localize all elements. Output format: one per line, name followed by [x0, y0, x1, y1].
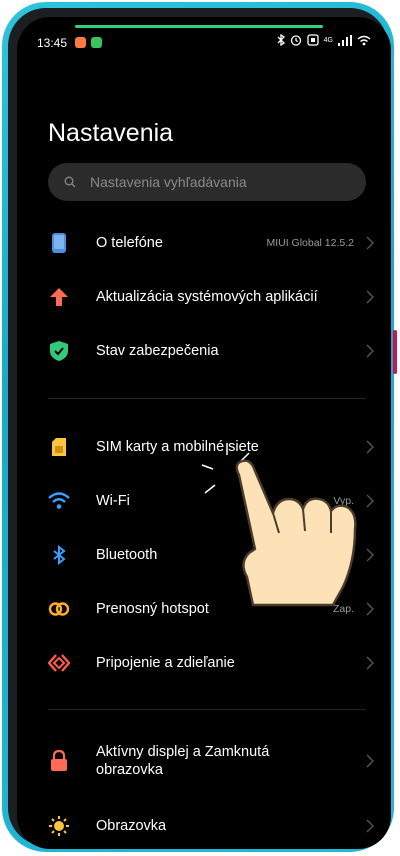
item-label: Bluetooth [96, 547, 158, 563]
wifi-icon [48, 490, 70, 512]
shield-check-icon [48, 340, 70, 362]
item-label: Aktualizácia systémových aplikácií [96, 289, 318, 305]
chevron-right-icon [366, 754, 374, 768]
brightness-icon [48, 815, 70, 837]
tap-hand-pointer-icon [201, 443, 357, 607]
connection-sharing-icon [48, 652, 70, 674]
screen: 13:45 4G Nastavenia Nastavenia vyhľadáva… [17, 17, 391, 849]
chevron-right-icon [366, 440, 374, 454]
wifi-status-icon [357, 35, 371, 45]
chevron-right-icon [366, 602, 374, 616]
signal-icon [338, 34, 352, 46]
sim-card-icon [48, 436, 70, 458]
hotspot-icon [48, 598, 70, 620]
status-time: 13:45 [37, 36, 68, 50]
bluetooth-icon [48, 544, 70, 566]
chevron-right-icon [366, 656, 374, 670]
status-icons: 4G [277, 34, 371, 46]
search-placeholder: Nastavenia vyhľadávania [90, 174, 247, 190]
item-label: Obrazovka [96, 818, 167, 834]
phone-icon [48, 232, 70, 254]
item-label: Stav zabezpečenia [96, 343, 219, 359]
network-type-label: 4G [323, 36, 333, 44]
settings-item-system-apps-update[interactable]: Aktualizácia systémových aplikácií [48, 279, 374, 315]
bluetooth-status-icon [277, 34, 285, 46]
item-label: Pripojenie a zdieľanie [96, 655, 235, 671]
chevron-right-icon [366, 548, 374, 562]
item-value: MIUI Global 12.5.2 [266, 237, 354, 249]
section-divider [48, 398, 366, 399]
notification-app-icon [75, 37, 86, 48]
phone-bezel: 13:45 4G Nastavenia Nastavenia vyhľadáva… [8, 8, 391, 849]
settings-item-about-phone[interactable]: O telefóne MIUI Global 12.5.2 [48, 225, 374, 261]
chevron-right-icon [366, 344, 374, 358]
settings-item-connection-sharing[interactable]: Pripojenie a zdieľanie [48, 645, 374, 681]
nfc-icon [307, 34, 319, 46]
item-label: O telefóne [96, 235, 163, 251]
chevron-right-icon [366, 290, 374, 304]
volume-button [393, 330, 397, 374]
section-divider [48, 709, 366, 710]
item-label: Prenosný hotspot [96, 601, 209, 617]
alarm-icon [290, 35, 301, 46]
search-bar[interactable]: Nastavenia vyhľadávania [48, 163, 366, 201]
settings-item-security-status[interactable]: Stav zabezpečenia [48, 333, 374, 369]
status-bar: 13:45 4G [17, 17, 391, 53]
lock-icon [48, 750, 70, 772]
chevron-right-icon [366, 236, 374, 250]
chevron-right-icon [366, 494, 374, 508]
settings-item-lock-screen[interactable]: Aktívny displej a Zamknutá obrazovka [48, 739, 374, 783]
phone-frame: 13:45 4G Nastavenia Nastavenia vyhľadáva… [2, 2, 394, 852]
notification-chat-icon [91, 37, 102, 48]
settings-item-display[interactable]: Obrazovka [48, 808, 374, 844]
progress-indicator [75, 25, 323, 28]
item-label: Aktívny displej a Zamknutá obrazovka [96, 744, 270, 778]
page-title: Nastavenia [48, 119, 174, 147]
search-icon [64, 176, 76, 188]
arrow-up-icon [48, 286, 70, 308]
item-label: Wi-Fi [96, 493, 130, 509]
chevron-right-icon [366, 819, 374, 833]
